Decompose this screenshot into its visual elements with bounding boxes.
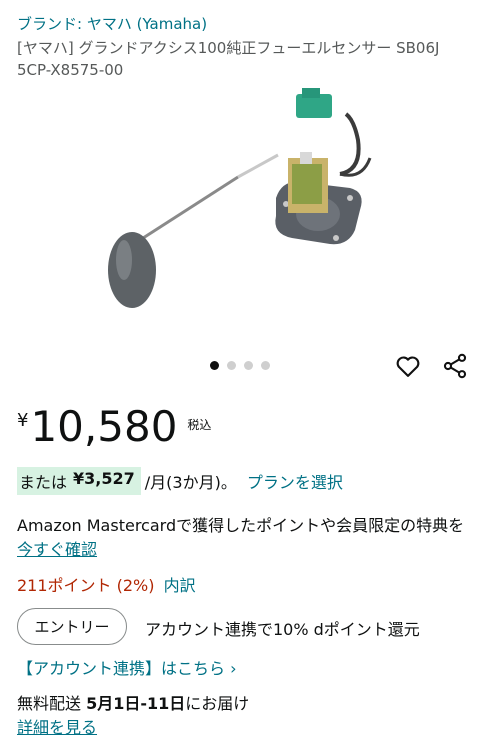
delivery-info: 無料配送 5月1日-11日にお届け [17, 690, 249, 714]
product-title: [ヤマハ] グランドアクシス100純正フューエルセンサー SB06J 5CP-X… [17, 39, 440, 79]
price-block: ¥ 10,580 税込 [17, 402, 211, 452]
installment-amount: ¥3,527 [73, 469, 135, 488]
account-link[interactable]: 【アカウント連携】はこちら › [17, 655, 237, 679]
brand-link[interactable]: ブランド: ヤマハ (Yamaha) [17, 13, 207, 34]
gallery-pagination[interactable] [210, 361, 270, 370]
delivery-dates: 5月1日-11日 [86, 694, 186, 713]
card-promo-text: Amazon Mastercardで獲得したポイントや会員限定の特典を [17, 516, 465, 535]
points-value: 211ポイント (2%) [17, 576, 155, 595]
tax-label: 税込 [187, 418, 212, 432]
price-amount: 10,580 [30, 402, 178, 451]
installment-period: /月(3か月)。 [144, 473, 237, 492]
points-breakdown-link[interactable]: 内訳 [164, 576, 196, 595]
delivery-prefix: 無料配送 [17, 694, 82, 713]
heart-icon[interactable] [394, 352, 422, 380]
pagination-dot[interactable] [210, 361, 219, 370]
installment-highlight: または ¥3,527 [17, 467, 141, 495]
points-row: 211ポイント (2%) 内訳 [17, 572, 196, 596]
pagination-dot[interactable] [244, 361, 253, 370]
entry-button[interactable]: エントリー [17, 608, 127, 645]
check-now-link[interactable]: 今すぐ確認 [17, 540, 97, 559]
delivery-details-link[interactable]: 詳細を見る [17, 714, 97, 738]
installment-prefix: または [19, 473, 68, 492]
product-image-gallery[interactable] [0, 80, 486, 350]
select-plan-link[interactable]: プランを選択 [247, 469, 343, 493]
card-promo: Amazon Mastercardで獲得したポイントや会員限定の特典を今すぐ確認 [17, 514, 472, 562]
entry-description: アカウント連携で10% dポイント還元 [145, 620, 420, 639]
delivery-suffix: にお届け [185, 694, 250, 713]
fuel-sensor-image [108, 88, 372, 308]
currency-symbol: ¥ [17, 410, 29, 431]
pagination-dot[interactable] [227, 361, 236, 370]
installment-row: または ¥3,527 /月(3か月)。 プランを選択 [17, 467, 343, 495]
share-icon[interactable] [441, 352, 469, 380]
pagination-dot[interactable] [261, 361, 270, 370]
